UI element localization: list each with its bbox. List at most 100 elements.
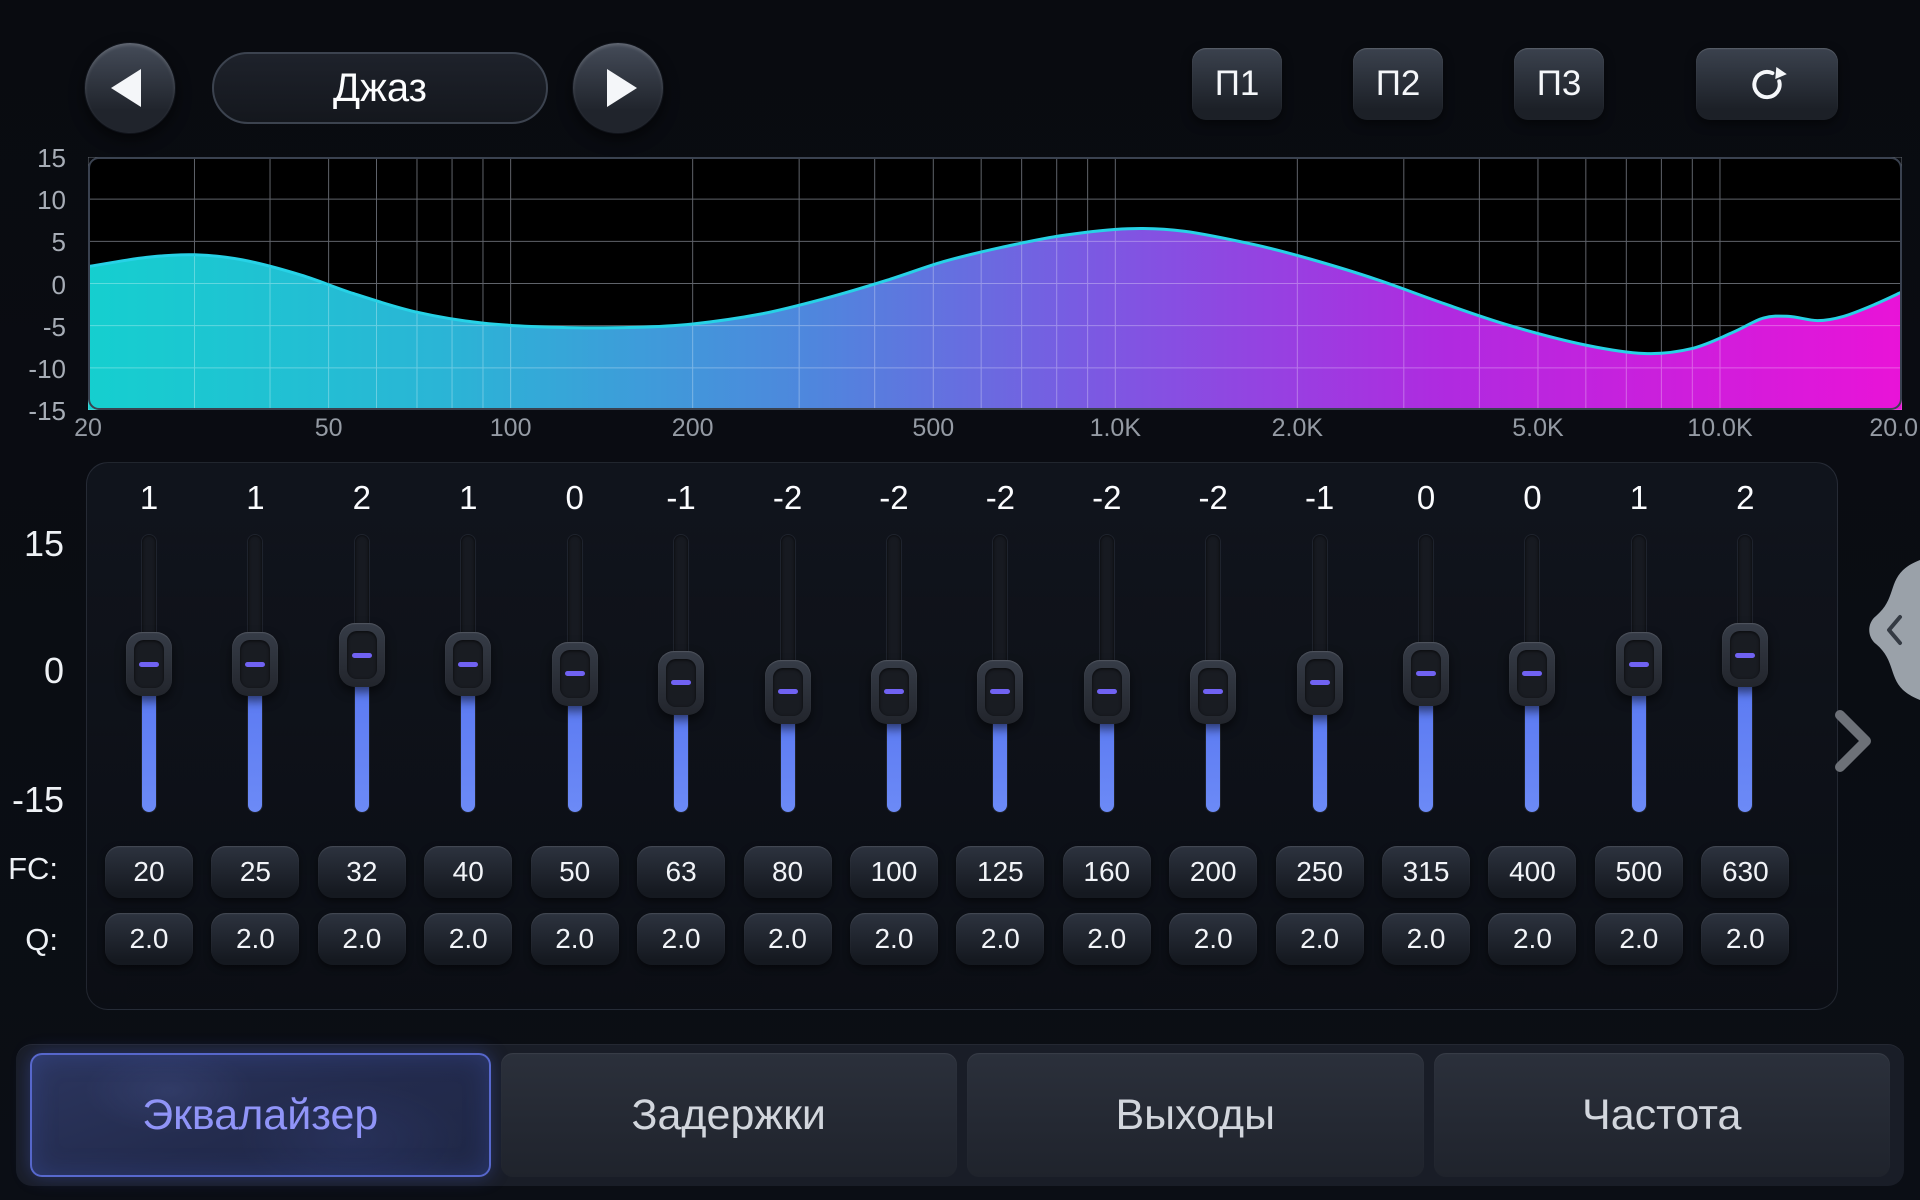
gain-slider-thumb[interactable] xyxy=(658,651,704,715)
band-fc-button[interactable]: 25 xyxy=(211,846,299,898)
tab-equalizer[interactable]: Эквалайзер xyxy=(30,1053,491,1177)
band-gain-value: 1 xyxy=(1586,478,1692,518)
band-fc-button[interactable]: 63 xyxy=(637,846,725,898)
band-q-button[interactable]: 2.0 xyxy=(1488,913,1576,965)
band-fc-button[interactable]: 160 xyxy=(1063,846,1151,898)
band-fc-button[interactable]: 100 xyxy=(850,846,938,898)
gain-slider-thumb[interactable] xyxy=(1190,660,1236,724)
gain-slider-thumb[interactable] xyxy=(1722,623,1768,687)
band-gain-value: -2 xyxy=(841,478,947,518)
band-q-button[interactable]: 2.0 xyxy=(1276,913,1364,965)
x-axis-tick-label: 20.0K xyxy=(1869,414,1920,443)
eq-band-column: -2 160 2.0 xyxy=(1054,0,1160,1010)
band-q-button[interactable]: 2.0 xyxy=(637,913,725,965)
eq-band-column: 1 20 2.0 xyxy=(96,0,202,1010)
band-gain-value: 1 xyxy=(96,478,202,518)
equalizer-screen: Джаз П1 П2 П3 151050-5-10-15 20501002005… xyxy=(0,0,1920,1200)
band-fc-button[interactable]: 80 xyxy=(744,846,832,898)
gain-scale-min-label: -15 xyxy=(2,779,64,821)
eq-band-column: 2 630 2.0 xyxy=(1692,0,1798,1010)
band-gain-value: 2 xyxy=(1692,478,1798,518)
gain-scale-zero-label: 0 xyxy=(2,650,64,692)
band-fc-button[interactable]: 400 xyxy=(1488,846,1576,898)
eq-band-column: -1 250 2.0 xyxy=(1267,0,1373,1010)
band-q-button[interactable]: 2.0 xyxy=(1701,913,1789,965)
gain-slider-thumb[interactable] xyxy=(445,632,491,696)
band-gain-value: 1 xyxy=(415,478,521,518)
y-axis-tick-label: -10 xyxy=(8,355,66,383)
y-axis-tick-label: 10 xyxy=(8,186,66,214)
band-gain-value: -2 xyxy=(1054,478,1160,518)
tab-delays[interactable]: Задержки xyxy=(501,1053,958,1177)
eq-band-column: 0 50 2.0 xyxy=(522,0,628,1010)
eq-band-column: -2 125 2.0 xyxy=(947,0,1053,1010)
fc-row-label: FC: xyxy=(0,851,58,887)
gain-slider-thumb[interactable] xyxy=(1297,651,1343,715)
band-fc-button[interactable]: 250 xyxy=(1276,846,1364,898)
y-axis-tick-label: -5 xyxy=(8,313,66,341)
eq-band-column: -2 100 2.0 xyxy=(841,0,947,1010)
band-gain-value: 2 xyxy=(309,478,415,518)
chevron-right-icon xyxy=(1840,715,1866,767)
band-gain-value: -2 xyxy=(947,478,1053,518)
band-fc-button[interactable]: 500 xyxy=(1595,846,1683,898)
band-gain-value: 0 xyxy=(1373,478,1479,518)
gain-slider-thumb[interactable] xyxy=(1403,642,1449,706)
gain-slider-thumb[interactable] xyxy=(339,623,385,687)
eq-band-column: -2 200 2.0 xyxy=(1160,0,1266,1010)
band-q-button[interactable]: 2.0 xyxy=(1382,913,1470,965)
gain-slider-thumb[interactable] xyxy=(1084,660,1130,724)
y-axis-tick-label: 0 xyxy=(8,271,66,299)
eq-band-column: 1 25 2.0 xyxy=(202,0,308,1010)
q-row-label: Q: xyxy=(0,922,58,958)
band-q-button[interactable]: 2.0 xyxy=(531,913,619,965)
gain-slider-thumb[interactable] xyxy=(871,660,917,724)
gain-slider-thumb[interactable] xyxy=(552,642,598,706)
gain-scale-max-label: 15 xyxy=(2,523,64,565)
y-axis-tick-label: -15 xyxy=(8,397,66,425)
band-fc-button[interactable]: 630 xyxy=(1701,846,1789,898)
eq-band-column: 1 500 2.0 xyxy=(1586,0,1692,1010)
band-gain-value: -2 xyxy=(1160,478,1266,518)
gain-slider-thumb[interactable] xyxy=(977,660,1023,724)
y-axis-tick-label: 5 xyxy=(8,228,66,256)
band-q-button[interactable]: 2.0 xyxy=(1169,913,1257,965)
band-q-button[interactable]: 2.0 xyxy=(211,913,299,965)
gain-slider-thumb[interactable] xyxy=(126,632,172,696)
band-q-button[interactable]: 2.0 xyxy=(318,913,406,965)
tab-frequency[interactable]: Частота xyxy=(1434,1053,1891,1177)
band-fc-button[interactable]: 200 xyxy=(1169,846,1257,898)
band-q-button[interactable]: 2.0 xyxy=(850,913,938,965)
eq-band-column: 0 400 2.0 xyxy=(1479,0,1585,1010)
band-gain-value: -1 xyxy=(628,478,734,518)
bottom-tab-bar: Эквалайзер Задержки Выходы Частота xyxy=(16,1044,1904,1186)
band-gain-value: -2 xyxy=(735,478,841,518)
band-q-button[interactable]: 2.0 xyxy=(744,913,832,965)
gain-slider-thumb[interactable] xyxy=(232,632,278,696)
band-q-button[interactable]: 2.0 xyxy=(1063,913,1151,965)
next-bands-button[interactable] xyxy=(1832,708,1876,774)
band-fc-button[interactable]: 125 xyxy=(956,846,1044,898)
gain-slider-thumb[interactable] xyxy=(765,660,811,724)
y-axis-tick-label: 15 xyxy=(8,144,66,172)
band-fc-button[interactable]: 20 xyxy=(105,846,193,898)
band-q-button[interactable]: 2.0 xyxy=(105,913,193,965)
eq-band-column: -2 80 2.0 xyxy=(735,0,841,1010)
side-drawer-handle[interactable] xyxy=(1862,560,1920,700)
band-gain-value: -1 xyxy=(1267,478,1373,518)
band-fc-button[interactable]: 32 xyxy=(318,846,406,898)
band-q-button[interactable]: 2.0 xyxy=(1595,913,1683,965)
band-gain-value: 1 xyxy=(202,478,308,518)
band-gain-value: 0 xyxy=(1479,478,1585,518)
band-fc-button[interactable]: 315 xyxy=(1382,846,1470,898)
band-fc-button[interactable]: 40 xyxy=(424,846,512,898)
band-q-button[interactable]: 2.0 xyxy=(424,913,512,965)
band-gain-value: 0 xyxy=(522,478,628,518)
band-fc-button[interactable]: 50 xyxy=(531,846,619,898)
eq-band-column: -1 63 2.0 xyxy=(628,0,734,1010)
gain-slider-thumb[interactable] xyxy=(1616,632,1662,696)
band-q-button[interactable]: 2.0 xyxy=(956,913,1044,965)
tab-outputs[interactable]: Выходы xyxy=(967,1053,1424,1177)
gain-slider-thumb[interactable] xyxy=(1509,642,1555,706)
eq-band-column: 0 315 2.0 xyxy=(1373,0,1479,1010)
